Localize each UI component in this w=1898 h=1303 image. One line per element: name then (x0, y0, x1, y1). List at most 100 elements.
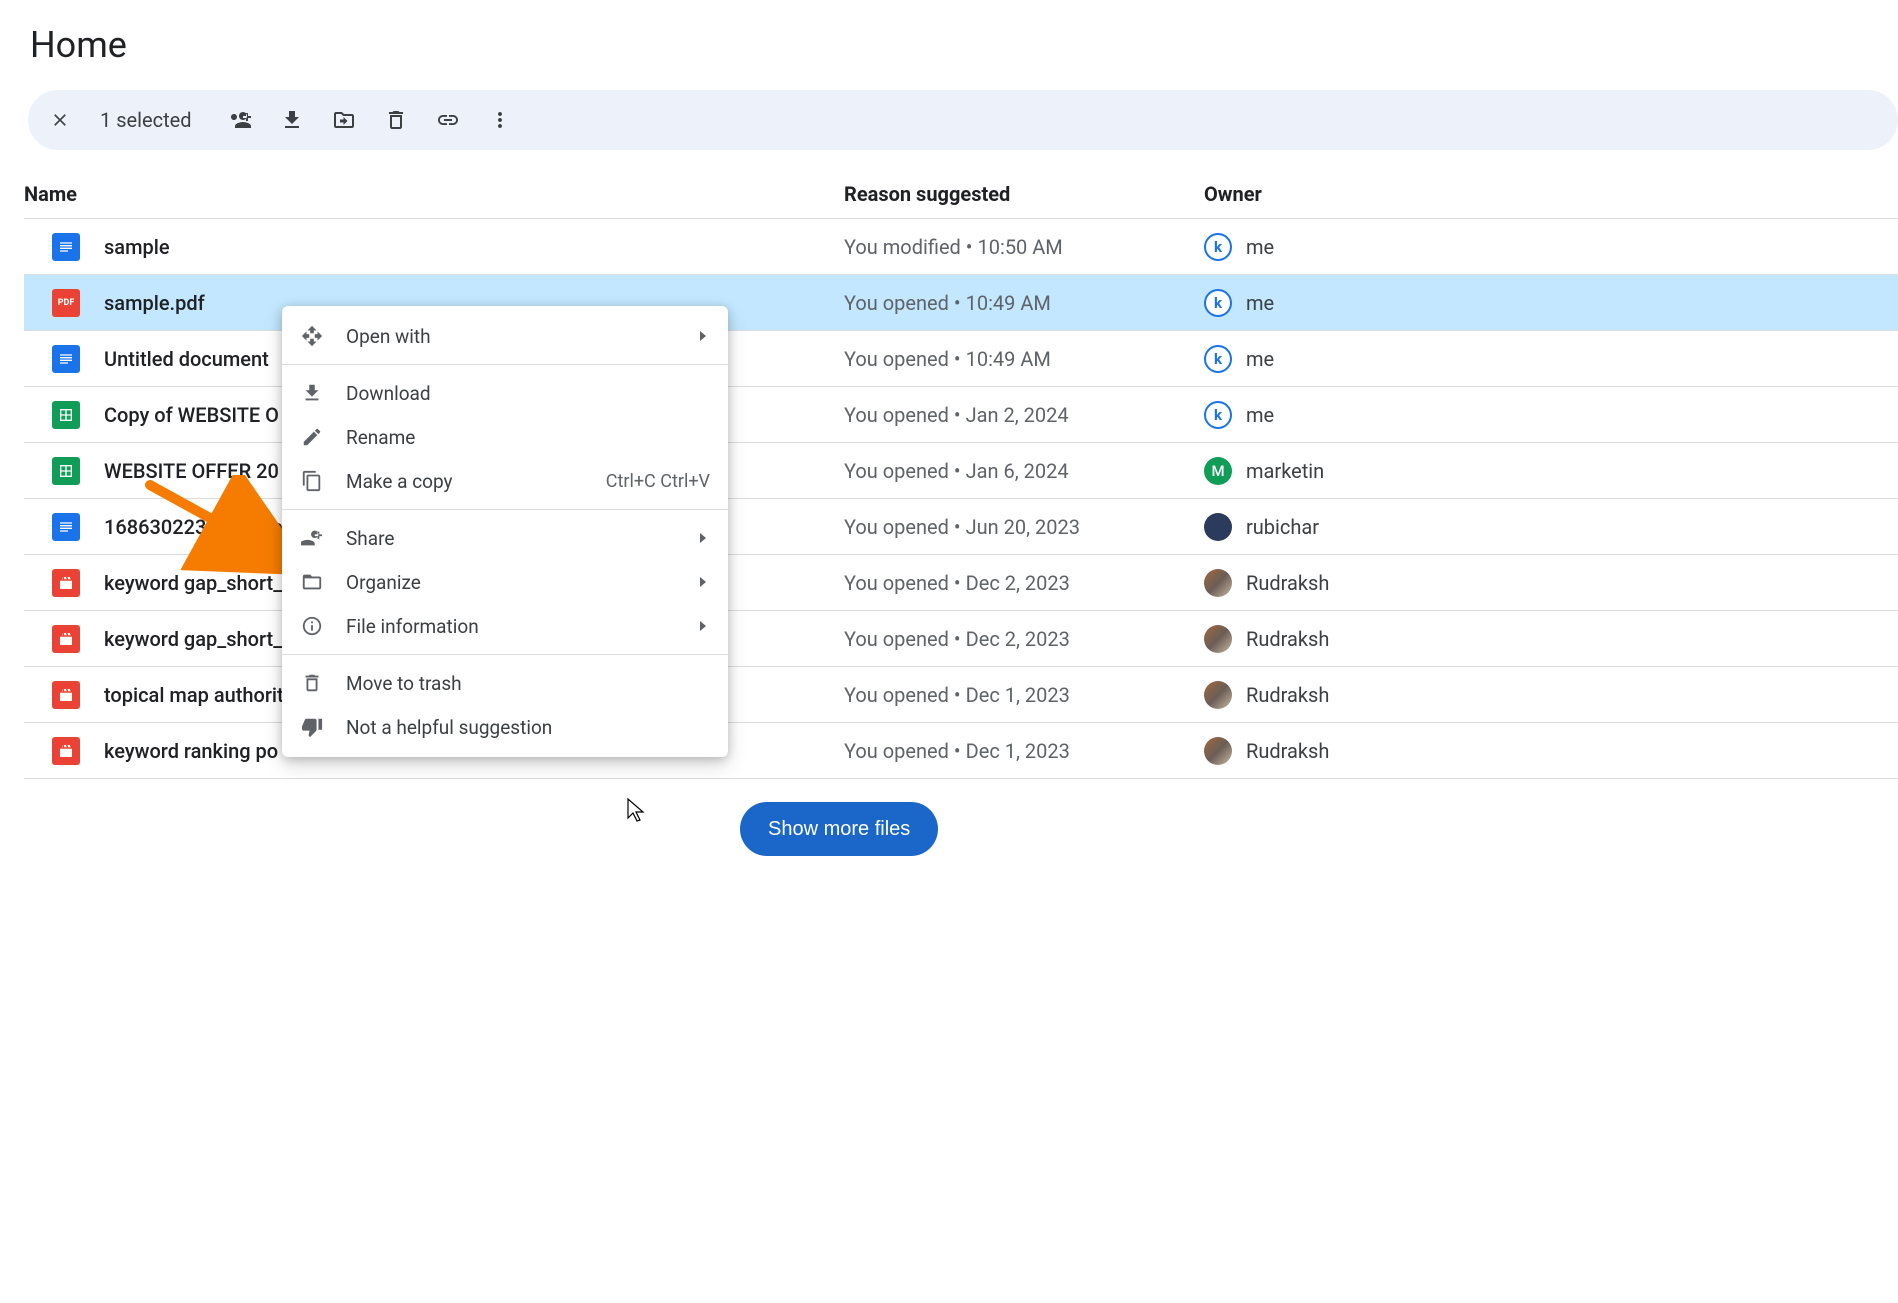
menu-divider (282, 364, 728, 365)
avatar (1204, 737, 1232, 765)
owner-cell: kme (1204, 345, 1898, 373)
doc-file-icon (52, 233, 80, 261)
menu-label: Share (346, 527, 670, 550)
menu-divider (282, 509, 728, 510)
reason-cell: You opened • Jan 2, 2024 (844, 403, 1204, 427)
video-file-icon (52, 737, 80, 765)
table-header: Name Reason suggested Owner (24, 170, 1898, 219)
file-name: sample (104, 235, 170, 259)
owner-name: me (1246, 235, 1274, 259)
avatar: k (1204, 401, 1232, 429)
show-more-button[interactable]: Show more files (740, 802, 938, 856)
file-name: keyword gap_short_ (104, 571, 282, 595)
menu-label: Open with (346, 325, 670, 348)
more-icon[interactable] (488, 108, 512, 132)
owner-name: me (1246, 347, 1274, 371)
menu-divider (282, 654, 728, 655)
sheet-file-icon (52, 401, 80, 429)
chevron-right-icon (700, 331, 710, 341)
menu-label: Not a helpful suggestion (346, 716, 710, 739)
close-selection-button[interactable] (48, 108, 72, 132)
doc-file-icon (52, 345, 80, 373)
menu-organize[interactable]: Organize (282, 560, 728, 604)
menu-label: Make a copy (346, 470, 584, 493)
owner-cell: kme (1204, 401, 1898, 429)
file-name-cell: sample (24, 233, 844, 261)
selection-count-label: 1 selected (100, 108, 192, 132)
trash-icon (300, 671, 324, 695)
menu-share[interactable]: Share (282, 516, 728, 560)
reason-cell: You opened • Jan 6, 2024 (844, 459, 1204, 483)
menu-label: Move to trash (346, 672, 710, 695)
file-name: keyword ranking po (104, 739, 278, 763)
reason-cell: You opened • Jun 20, 2023 (844, 515, 1204, 539)
menu-move-trash[interactable]: Move to trash (282, 661, 728, 705)
owner-cell: rubichar (1204, 513, 1898, 541)
trash-icon[interactable] (384, 108, 408, 132)
reason-cell: You modified • 10:50 AM (844, 235, 1204, 259)
file-name: Copy of WEBSITE O (104, 403, 279, 427)
video-file-icon (52, 681, 80, 709)
file-name: keyword gap_short_ (104, 627, 282, 651)
owner-cell: Rudraksh (1204, 625, 1898, 653)
owner-cell: Rudraksh (1204, 681, 1898, 709)
menu-label: Rename (346, 426, 710, 449)
link-icon[interactable] (436, 108, 460, 132)
download-icon[interactable] (280, 108, 304, 132)
doc-file-icon (52, 513, 80, 541)
owner-name: me (1246, 291, 1274, 315)
video-file-icon (52, 625, 80, 653)
avatar: k (1204, 345, 1232, 373)
menu-label: File information (346, 615, 670, 638)
menu-rename[interactable]: Rename (282, 415, 728, 459)
owner-name: Rudraksh (1246, 683, 1329, 707)
menu-label: Download (346, 382, 710, 405)
avatar: k (1204, 289, 1232, 317)
owner-name: me (1246, 403, 1274, 427)
file-row[interactable]: sample You modified • 10:50 AMkme (24, 219, 1898, 275)
pdf-file-icon: PDF (52, 289, 80, 317)
sheet-file-icon (52, 457, 80, 485)
chevron-right-icon (700, 533, 710, 543)
cursor-icon (627, 798, 647, 818)
pencil-icon (300, 425, 324, 449)
avatar: k (1204, 233, 1232, 261)
column-reason[interactable]: Reason suggested (844, 182, 1204, 206)
selection-toolbar: 1 selected (28, 90, 1898, 150)
menu-not-helpful[interactable]: Not a helpful suggestion (282, 705, 728, 749)
video-file-icon (52, 569, 80, 597)
menu-file-info[interactable]: File information (282, 604, 728, 648)
thumb-down-icon (300, 715, 324, 739)
file-name: topical map authorit (104, 683, 284, 707)
download-icon (300, 381, 324, 405)
owner-name: Rudraksh (1246, 739, 1329, 763)
owner-cell: Rudraksh (1204, 569, 1898, 597)
chevron-right-icon (700, 577, 710, 587)
avatar (1204, 625, 1232, 653)
context-menu: Open with Download Rename Make a copy Ct… (282, 306, 728, 757)
reason-cell: You opened • Dec 2, 2023 (844, 571, 1204, 595)
page-title: Home (30, 24, 1898, 66)
reason-cell: You opened • 10:49 AM (844, 347, 1204, 371)
avatar (1204, 681, 1232, 709)
reason-cell: You opened • Dec 1, 2023 (844, 683, 1204, 707)
move-icon[interactable] (332, 108, 356, 132)
owner-name: Rudraksh (1246, 571, 1329, 595)
reason-cell: You opened • Dec 2, 2023 (844, 627, 1204, 651)
file-name: WEBSITE OFFER 20 (104, 459, 279, 483)
owner-cell: kme (1204, 289, 1898, 317)
file-name: Untitled document (104, 347, 269, 371)
menu-make-copy[interactable]: Make a copy Ctrl+C Ctrl+V (282, 459, 728, 503)
menu-download[interactable]: Download (282, 371, 728, 415)
avatar: M (1204, 457, 1232, 485)
copy-icon (300, 469, 324, 493)
share-icon[interactable] (228, 108, 252, 132)
menu-open-with[interactable]: Open with (282, 314, 728, 358)
owner-cell: kme (1204, 233, 1898, 261)
column-owner[interactable]: Owner (1204, 182, 1898, 206)
info-icon (300, 614, 324, 638)
owner-cell: Rudraksh (1204, 737, 1898, 765)
column-name[interactable]: Name (24, 182, 844, 206)
menu-label: Organize (346, 571, 670, 594)
owner-name: marketin (1246, 459, 1324, 483)
